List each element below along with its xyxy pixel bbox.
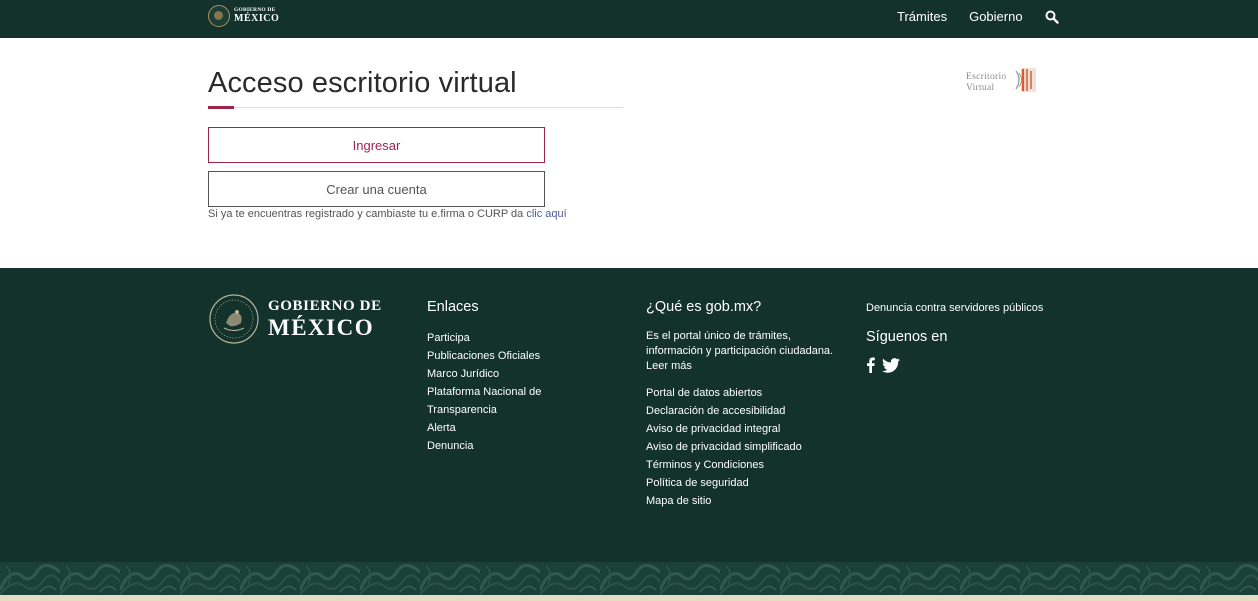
denuncia-servidores-link[interactable]: Denuncia contra servidores públicos (866, 301, 1086, 315)
footer-link-datos-abiertos[interactable]: Portal de datos abiertos (646, 384, 836, 402)
footer-enlaces-column: Enlaces Participa Publicaciones Oficiale… (427, 299, 577, 455)
que-es-description: Es el portal único de trámites, informac… (646, 329, 836, 374)
footer-que-es-column: ¿Qué es gob.mx? Es el portal único de tr… (646, 299, 836, 510)
footer-link-terminos[interactable]: Términos y Condiciones (646, 456, 836, 474)
footer-link-transparencia[interactable]: Transparencia (427, 401, 577, 419)
footer-link-mapa-sitio[interactable]: Mapa de sitio (646, 492, 836, 510)
social-icons (866, 357, 1086, 378)
facebook-icon[interactable] (866, 357, 875, 378)
ev-logo-text: Escritorio Virtual (966, 72, 1006, 94)
mexico-seal-icon (208, 5, 230, 27)
enlaces-heading: Enlaces (427, 299, 479, 315)
footer-logo-text: GOBIERNO DE MÉXICO (268, 298, 382, 340)
nav-links: Trámites Gobierno (897, 9, 1059, 24)
nav-logo-line2: MÉXICO (234, 12, 280, 24)
escritorio-virtual-logo: Escritorio Virtual (966, 65, 1039, 100)
footer-link-marco-juridico[interactable]: Marco Jurídico (427, 365, 577, 383)
ev-logo-line2: Virtual (966, 82, 995, 93)
footer-link-privacidad-simplificado[interactable]: Aviso de privacidad simplificado (646, 438, 836, 456)
search-icon[interactable] (1045, 10, 1059, 24)
footer-logo-line2: MÉXICO (268, 315, 375, 340)
twitter-icon[interactable] (882, 357, 900, 378)
mexico-seal-large-icon (208, 293, 260, 345)
footer-gobierno-logo[interactable]: GOBIERNO DE MÉXICO (208, 293, 382, 345)
nav-logo-text: GOBIERNO DE MÉXICO (234, 8, 279, 24)
help-text: Si ya te encuentras registrado y cambias… (208, 208, 567, 220)
que-es-heading: ¿Qué es gob.mx? (646, 299, 762, 315)
top-navbar: GOBIERNO DE MÉXICO Trámites Gobierno (0, 0, 1258, 38)
footer-link-accesibilidad[interactable]: Declaración de accesibilidad (646, 402, 836, 420)
nav-link-gobierno[interactable]: Gobierno (969, 9, 1022, 24)
clic-aqui-link[interactable]: clic aquí (526, 208, 566, 220)
footer-link-participa[interactable]: Participa (427, 329, 577, 347)
footer-bottom-strip (0, 595, 1258, 601)
crear-cuenta-button[interactable]: Crear una cuenta (208, 171, 545, 207)
footer: GOBIERNO DE MÉXICO Enlaces Participa Pub… (0, 268, 1258, 601)
title-accent-bar (208, 106, 234, 109)
footer-link-publicaciones[interactable]: Publicaciones Oficiales (427, 347, 577, 365)
footer-logo-line1: GOBIERNO DE (268, 298, 382, 314)
footer-link-privacidad-integral[interactable]: Aviso de privacidad integral (646, 420, 836, 438)
footer-link-seguridad[interactable]: Política de seguridad (646, 474, 836, 492)
nav-link-tramites[interactable]: Trámites (897, 9, 947, 24)
que-es-description-text: Es el portal único de trámites, informac… (646, 330, 834, 357)
footer-link-alerta[interactable]: Alerta (427, 419, 577, 437)
ingresar-button[interactable]: Ingresar (208, 127, 545, 163)
page-title: Acceso escritorio virtual (208, 67, 517, 99)
gobierno-logo[interactable]: GOBIERNO DE MÉXICO (208, 4, 279, 28)
leer-mas-link[interactable]: Leer más (646, 360, 692, 372)
footer-link-denuncia[interactable]: Denuncia (427, 437, 577, 455)
siguenos-heading: Síguenos en (866, 329, 948, 345)
footer-decorative-pattern (0, 562, 1258, 595)
title-divider (208, 107, 623, 108)
escritorio-virtual-mark-icon (1009, 65, 1039, 100)
footer-link-plataforma[interactable]: Plataforma Nacional de (427, 383, 577, 401)
help-text-body: Si ya te encuentras registrado y cambias… (208, 208, 524, 220)
footer-right-column: Denuncia contra servidores públicos Sígu… (866, 301, 1086, 378)
ev-logo-line1: Escritorio (966, 71, 1007, 82)
